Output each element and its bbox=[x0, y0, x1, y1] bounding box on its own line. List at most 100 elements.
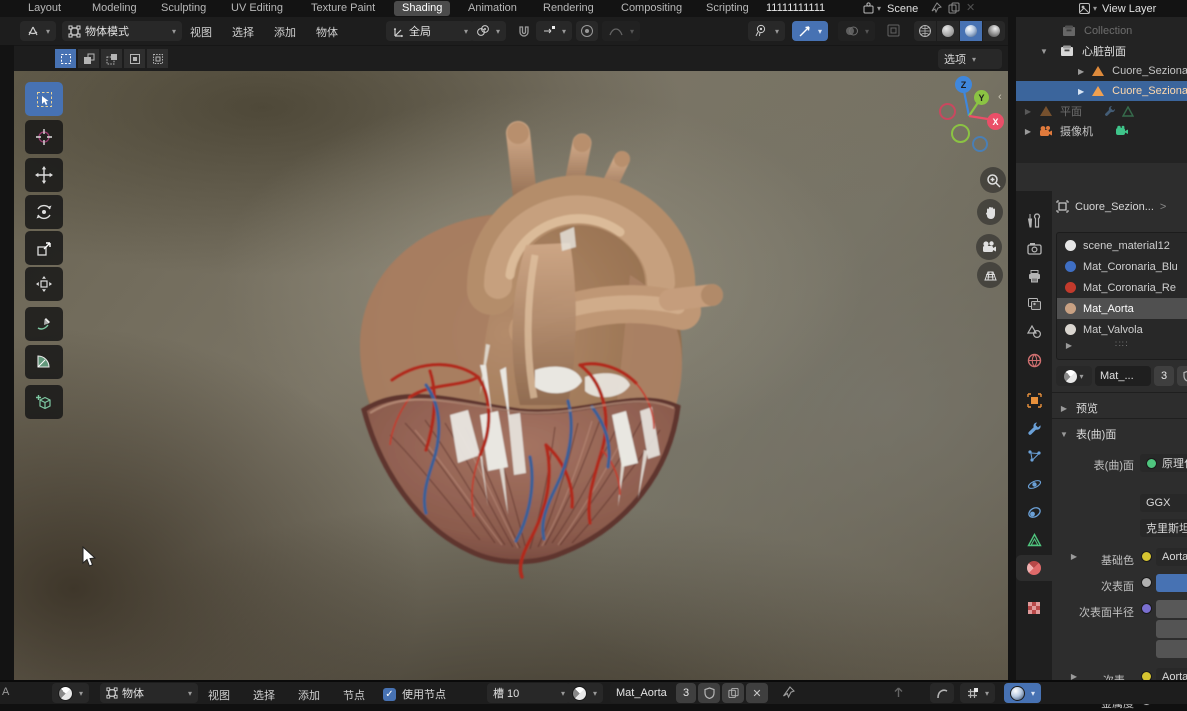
workspace-tab-modeling[interactable]: Modeling bbox=[92, 1, 137, 16]
material-name-field[interactable]: Mat_Aorta bbox=[610, 683, 678, 703]
preview-sphere-dropdown[interactable]: ▾ bbox=[1004, 683, 1041, 703]
shader-menu-add[interactable]: 添加 bbox=[290, 687, 328, 703]
navigation-gizmo[interactable]: Z Y X bbox=[934, 76, 1004, 146]
tool-scale[interactable] bbox=[25, 231, 63, 265]
gizmos-toggle-dropdown[interactable]: ▾ bbox=[792, 21, 828, 41]
radius-field-x[interactable] bbox=[1156, 600, 1187, 618]
tab-physics-icon[interactable] bbox=[1016, 471, 1052, 497]
tab-particles-icon[interactable] bbox=[1016, 443, 1052, 469]
unlink-scene-icon[interactable]: ✕ bbox=[966, 1, 975, 14]
workspace-tab-uv-editing[interactable]: UV Editing bbox=[231, 1, 283, 16]
tool-measure[interactable] bbox=[25, 345, 63, 379]
select-mode-intersect-icon[interactable] bbox=[147, 49, 168, 68]
unlink-material-icon[interactable]: ✕ bbox=[746, 683, 768, 703]
gizmo-y-axis[interactable]: Y bbox=[974, 90, 989, 105]
workspace-tab-scripting[interactable]: Scripting bbox=[706, 1, 749, 16]
material-slot[interactable]: Mat_Valvola bbox=[1057, 319, 1187, 340]
zoom-button[interactable] bbox=[980, 167, 1006, 193]
editor-divider[interactable] bbox=[1008, 17, 1016, 680]
outliner-row-object1[interactable]: ▶ Cuore_Sezional bbox=[1016, 61, 1187, 81]
tab-object-data-icon[interactable] bbox=[1016, 527, 1052, 553]
workspace-tab-sculpting[interactable]: Sculpting bbox=[161, 1, 206, 16]
shader-editor-type-button[interactable]: ▾ bbox=[52, 683, 89, 703]
scene-selector[interactable]: ▾ Scene bbox=[862, 1, 918, 16]
transform-orientation-dropdown[interactable]: 全局 ▾ bbox=[386, 21, 474, 41]
shader-type-dropdown[interactable]: 物体 ▾ bbox=[100, 683, 198, 703]
mode-dropdown[interactable]: 物体模式 ▾ bbox=[62, 21, 182, 41]
copy-material-icon[interactable] bbox=[722, 683, 744, 703]
workspace-tab-rendering[interactable]: Rendering bbox=[543, 1, 594, 16]
slot-list-expand-icon[interactable]: ▶ bbox=[1063, 341, 1075, 350]
gizmo-neg-y-axis[interactable] bbox=[951, 124, 970, 143]
tool-options-dropdown[interactable]: 选项 ▾ bbox=[938, 49, 1002, 69]
pivot-point-dropdown[interactable]: ▾ bbox=[470, 21, 506, 41]
collapse-arrow-icon[interactable]: ▼ bbox=[1038, 47, 1050, 56]
tab-scene-icon[interactable] bbox=[1016, 319, 1052, 345]
shading-solid-icon[interactable] bbox=[937, 21, 959, 41]
xray-toggle-icon[interactable] bbox=[886, 23, 901, 38]
breadcrumb-object-name[interactable]: Cuore_Sezion... bbox=[1075, 201, 1154, 213]
overlays-dropdown[interactable]: ▾ bbox=[838, 21, 875, 41]
tool-annotate[interactable] bbox=[25, 307, 63, 341]
base-color-value-button[interactable]: Aorta bbox=[1156, 548, 1187, 566]
outliner-row-camera[interactable]: ▶ 摄像机 bbox=[1016, 121, 1187, 141]
outliner-row-object2-selected[interactable]: ▶ Cuore_Sezional bbox=[1016, 81, 1187, 101]
editor-type-button[interactable]: ▾ bbox=[20, 21, 56, 41]
material-slot[interactable]: Mat_Coronaria_Re bbox=[1057, 277, 1187, 298]
viewport-3d[interactable]: Z Y X ‹ bbox=[14, 71, 1008, 680]
menu-add[interactable]: 添加 bbox=[266, 24, 304, 40]
browse-material-button[interactable]: ▾ bbox=[1056, 366, 1092, 386]
tool-transform[interactable] bbox=[25, 267, 63, 301]
gizmo-neg-x-axis[interactable] bbox=[939, 103, 956, 120]
workspace-tab-compositing[interactable]: Compositing bbox=[621, 1, 682, 16]
shader-menu-select[interactable]: 选择 bbox=[245, 687, 283, 703]
material-slot-selected[interactable]: Mat_Aorta bbox=[1057, 298, 1187, 319]
view-layer-selector[interactable]: ▾ View Layer bbox=[1078, 1, 1156, 16]
slot-dropdown[interactable]: 槽 10 ▾ bbox=[487, 683, 571, 703]
workspace-tab-animation[interactable]: Animation bbox=[468, 1, 517, 16]
tool-rotate[interactable] bbox=[25, 195, 63, 229]
shading-wireframe-icon[interactable] bbox=[914, 21, 936, 41]
material-users-button[interactable]: 3 bbox=[1154, 366, 1174, 386]
tab-modifiers-icon[interactable] bbox=[1016, 415, 1052, 441]
subsurface-method-dropdown[interactable]: 克里斯坦 bbox=[1140, 519, 1187, 537]
snap-node-dropdown[interactable]: ▾ bbox=[960, 683, 995, 703]
shading-material-preview-icon[interactable] bbox=[960, 21, 982, 41]
material-name-field[interactable]: Mat_... bbox=[1095, 366, 1151, 386]
snap-settings-dropdown[interactable]: ▾ bbox=[536, 21, 572, 41]
material-users-button[interactable]: 3 bbox=[676, 683, 696, 703]
menu-view[interactable]: 视图 bbox=[182, 24, 220, 40]
radius-field-y[interactable]: 1 bbox=[1156, 620, 1187, 638]
select-mode-subtract-icon[interactable] bbox=[101, 49, 122, 68]
tool-select-box[interactable] bbox=[25, 82, 63, 116]
sidebar-collapse-arrow[interactable]: ‹ bbox=[998, 91, 1002, 103]
tab-material-icon[interactable] bbox=[1016, 555, 1052, 581]
radius-field-z[interactable]: 1 bbox=[1156, 640, 1187, 658]
expand-arrow-icon[interactable]: ▶ bbox=[1022, 107, 1034, 116]
tool-move[interactable] bbox=[25, 158, 63, 192]
workspace-tab-numbered[interactable]: 11111111111 bbox=[766, 1, 825, 16]
distribution-dropdown[interactable]: GGX bbox=[1140, 494, 1187, 512]
pan-hand-button[interactable] bbox=[977, 199, 1003, 225]
tool-add-cube[interactable] bbox=[25, 385, 63, 419]
shader-menu-node[interactable]: 节点 bbox=[335, 687, 373, 703]
parent-node-arrow-icon[interactable] bbox=[892, 686, 905, 699]
select-mode-invert-icon[interactable] bbox=[124, 49, 145, 68]
subsurface-slider[interactable]: 0 bbox=[1156, 574, 1187, 592]
proportional-editing-icon[interactable] bbox=[576, 21, 598, 41]
pin-icon[interactable] bbox=[930, 2, 942, 14]
pin-icon[interactable] bbox=[782, 686, 795, 699]
fake-user-shield-icon[interactable] bbox=[698, 683, 720, 703]
shader-menu-view[interactable]: 视图 bbox=[200, 687, 238, 703]
show-overlays-dropdown[interactable]: ▾ bbox=[748, 21, 785, 41]
outliner-row-plane[interactable]: ▶ 平面 bbox=[1016, 101, 1187, 121]
tab-output-icon[interactable] bbox=[1016, 263, 1052, 289]
falloff-dropdown[interactable]: ▾ bbox=[602, 21, 640, 41]
tab-object-icon[interactable] bbox=[1016, 387, 1052, 413]
select-mode-extend-icon[interactable] bbox=[78, 49, 99, 68]
tab-tool-icon[interactable] bbox=[1016, 207, 1052, 233]
snap-magnet-icon[interactable] bbox=[516, 23, 532, 39]
orthographic-toggle-button[interactable] bbox=[977, 262, 1003, 288]
select-mode-set-icon[interactable] bbox=[55, 49, 76, 68]
fake-user-shield-icon[interactable] bbox=[1177, 366, 1187, 386]
